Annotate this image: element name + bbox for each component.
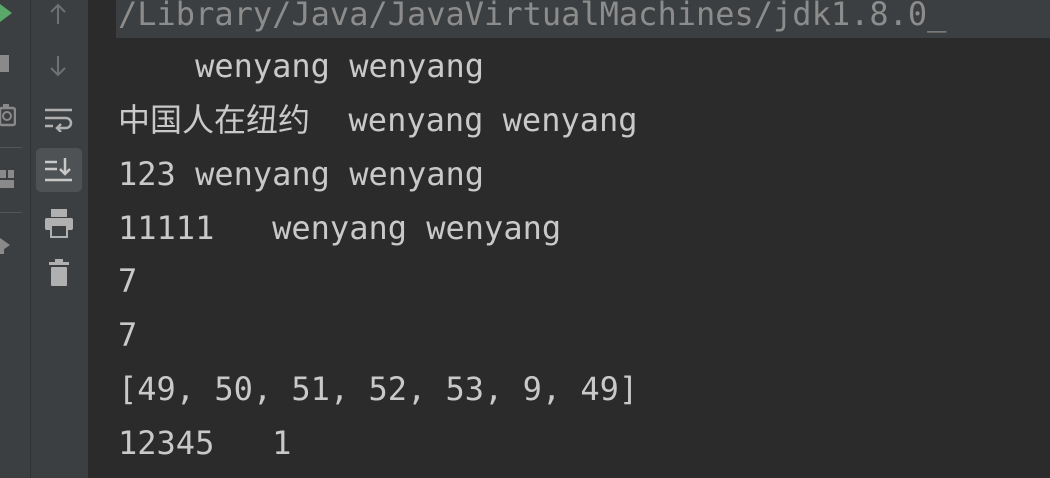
console-line: 中国人在纽约 wenyang wenyang — [118, 101, 638, 139]
pin-icon[interactable] — [0, 232, 16, 258]
scroll-up-icon[interactable] — [48, 2, 68, 26]
run-toolbar — [0, 0, 31, 478]
scroll-down-icon[interactable] — [48, 54, 68, 78]
console-line: 11111 wenyang wenyang — [118, 209, 562, 247]
console-line: 7 — [118, 316, 138, 354]
layout-icon[interactable] — [0, 168, 16, 190]
camera-icon[interactable] — [0, 102, 16, 128]
toolbar-separator — [0, 212, 22, 213]
scroll-to-end-icon — [45, 158, 72, 182]
scroll-to-end-button[interactable] — [36, 148, 82, 192]
print-icon[interactable] — [44, 208, 74, 238]
command-line-text: /Library/Java/JavaVirtualMachines/jdk1.8… — [118, 0, 947, 33]
command-line-row: /Library/Java/JavaVirtualMachines/jdk1.8… — [116, 0, 1050, 38]
run-tool-window: /Library/Java/JavaVirtualMachines/jdk1.8… — [0, 0, 1050, 478]
console-line: wenyang wenyang — [118, 47, 485, 85]
console-toolbar — [31, 0, 88, 478]
soft-wrap-icon[interactable] — [44, 106, 74, 132]
console-line: 12345 1 — [118, 424, 292, 462]
toolbar-separator — [0, 147, 22, 148]
run-icon[interactable] — [0, 4, 14, 22]
stop-icon[interactable] — [0, 54, 10, 74]
console-line: [49, 50, 51, 52, 53, 9, 49] — [118, 370, 639, 408]
console-line: 7 — [118, 262, 138, 300]
console-line: 123 wenyang wenyang — [118, 155, 485, 193]
trash-icon[interactable] — [48, 258, 70, 288]
console-output[interactable]: /Library/Java/JavaVirtualMachines/jdk1.8… — [88, 0, 1050, 478]
